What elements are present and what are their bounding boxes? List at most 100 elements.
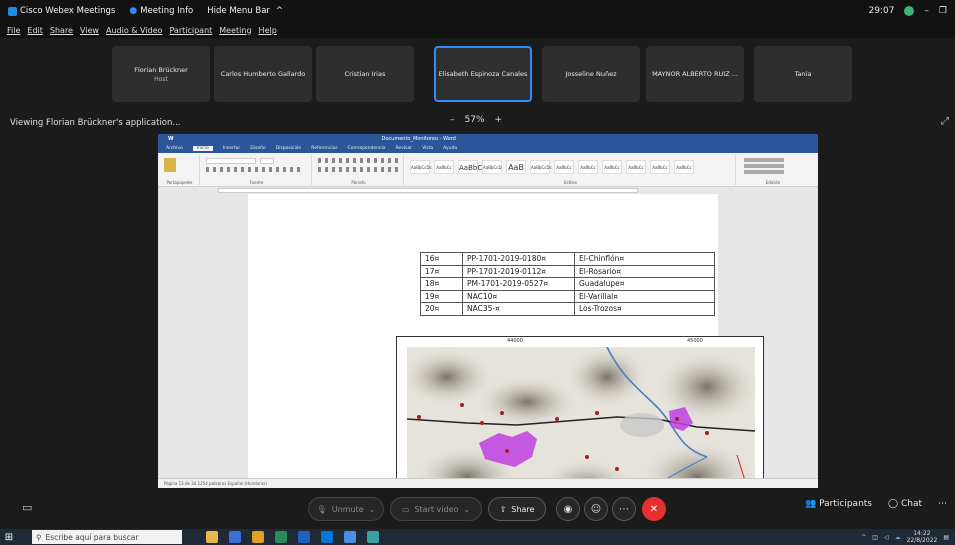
table-cell-num[interactable]: 17¤: [420, 264, 463, 278]
paragraph-buttons[interactable]: [318, 158, 398, 163]
table-cell-place[interactable]: Los-Trozos¤: [574, 302, 715, 316]
style-heading-1[interactable]: AaBbC: [458, 160, 482, 174]
style-subtitle[interactable]: AaBbCcDc: [530, 160, 552, 174]
taskbar-search-input[interactable]: ⚲ Escribe aquí para buscar: [32, 530, 182, 544]
menu-help[interactable]: Help: [259, 26, 277, 35]
notifications-icon[interactable]: ▤: [943, 534, 949, 541]
onedrive-icon[interactable]: ☁: [895, 534, 901, 541]
table-cell-place[interactable]: El-Rosario¤: [574, 264, 715, 278]
participants-button[interactable]: 👥 Participants: [805, 499, 872, 509]
ruler-scale[interactable]: [218, 188, 638, 193]
font-size-select[interactable]: [260, 158, 274, 164]
chevron-down-icon: ⌄: [368, 504, 376, 514]
table-cell-code[interactable]: PP-1701-2019-0112¤: [462, 264, 575, 278]
webex-taskbar-icon[interactable]: [344, 531, 356, 543]
table-cell-place[interactable]: Guadalupe¤: [574, 277, 715, 291]
table-cell-num[interactable]: 18¤: [420, 277, 463, 291]
table-cell-num[interactable]: 19¤: [420, 289, 463, 303]
replace-button[interactable]: [744, 164, 784, 168]
alignment-buttons[interactable]: [318, 167, 398, 172]
table-cell-num[interactable]: 20¤: [420, 302, 463, 316]
fit-view-icon[interactable]: ⤢: [941, 116, 949, 127]
style-emphasis[interactable]: AaBbCc: [554, 160, 574, 174]
word-tab-help[interactable]: Ayuda: [443, 146, 457, 151]
style-book-title[interactable]: AaBbCc: [674, 160, 694, 174]
style-heading-2[interactable]: AaBbCcD: [482, 160, 502, 174]
select-button[interactable]: [744, 170, 784, 174]
map-figure[interactable]: 44000 45000 44000 45000: [396, 336, 764, 488]
style-normal[interactable]: AaBbCcDc: [410, 160, 432, 174]
more-options-icon[interactable]: ⋯: [612, 497, 636, 521]
font-format-buttons[interactable]: [206, 167, 301, 172]
taskbar-clock[interactable]: 14:22 22/8/2022: [907, 530, 938, 544]
table-cell-code[interactable]: PM-1701-2019-0527¤: [462, 277, 575, 291]
chat-button[interactable]: ◯ Chat: [888, 499, 922, 509]
start-video-button[interactable]: ▭ Start video ⌄: [390, 497, 482, 521]
windows-start-icon[interactable]: ⊞: [0, 529, 18, 545]
hide-menu-bar-button[interactable]: Hide Menu Bar ^: [207, 6, 283, 16]
outlook-icon[interactable]: [321, 531, 333, 543]
participant-tile-maynor[interactable]: MAYNOR ALBERTO RUIZ ...: [646, 46, 744, 102]
font-name-select[interactable]: [206, 158, 256, 164]
participant-tile-cristian[interactable]: Cristian Irias: [316, 46, 414, 102]
menu-audio-video[interactable]: Audio & Video: [106, 26, 162, 35]
style-title[interactable]: AaB: [506, 160, 526, 174]
word-tab-layout[interactable]: Disposición: [276, 146, 302, 151]
more-panels-icon[interactable]: ⋯: [938, 499, 947, 509]
file-explorer-icon[interactable]: [252, 531, 264, 543]
table-cell-code[interactable]: NAC10¤: [462, 289, 575, 303]
participant-tile-tania[interactable]: Tania: [754, 46, 852, 102]
paste-icon[interactable]: [164, 158, 176, 172]
menu-file[interactable]: File: [7, 26, 20, 35]
participant-tile-elisabeth[interactable]: Elisabeth Espinoza Canales: [434, 46, 532, 102]
word-tab-home[interactable]: Inicio: [192, 146, 213, 151]
zoom-out-button[interactable]: –: [450, 115, 455, 125]
unmute-button[interactable]: 🎙 Unmute ⌄: [308, 497, 384, 521]
menu-view[interactable]: View: [80, 26, 99, 35]
task-view-icon[interactable]: [206, 531, 218, 543]
captions-icon[interactable]: ▭: [22, 501, 32, 514]
connection-status-icon[interactable]: [904, 6, 915, 16]
word-icon[interactable]: [298, 531, 310, 543]
participant-tile-josseline[interactable]: Josseline Nuñez: [542, 46, 640, 102]
edge-icon[interactable]: [229, 531, 241, 543]
share-button[interactable]: ⇧ Share: [488, 497, 546, 521]
table-cell-place[interactable]: El-Varillal¤: [574, 289, 715, 303]
menu-share[interactable]: Share: [50, 26, 73, 35]
reactions-icon[interactable]: ☺: [584, 497, 608, 521]
participant-tile-carlos[interactable]: Carlos Humberto Gallardo: [214, 46, 312, 102]
end-call-button[interactable]: ✕: [642, 497, 666, 521]
record-icon[interactable]: ◉: [556, 497, 580, 521]
word-tab-insert[interactable]: Insertar: [223, 146, 241, 151]
menu-participant[interactable]: Participant: [169, 26, 212, 35]
word-tab-references[interactable]: Referencias: [311, 146, 337, 151]
style-reference[interactable]: AaBbCc: [650, 160, 670, 174]
table-cell-code[interactable]: PP-1701-2019-0180¤: [462, 252, 575, 266]
word-tab-view[interactable]: Vista: [422, 146, 433, 151]
word-tab-file[interactable]: Archivo: [166, 146, 183, 151]
zoom-in-button[interactable]: +: [495, 115, 503, 125]
word-tab-design[interactable]: Diseño: [250, 146, 265, 151]
style-intense[interactable]: AaBbCc: [626, 160, 646, 174]
table-cell-code[interactable]: NAC35-¤: [462, 302, 575, 316]
style-quote[interactable]: AaBbCc: [602, 160, 622, 174]
word-tab-mailings[interactable]: Correspondencia: [348, 146, 386, 151]
minimize-button[interactable]: –: [924, 6, 929, 16]
find-button[interactable]: [744, 158, 784, 162]
network-icon[interactable]: ◫: [872, 534, 878, 541]
menu-meeting[interactable]: Meeting: [219, 26, 251, 35]
document-page[interactable]: 16¤ PP-1701-2019-0180¤ El-Chinflón¤ 17¤ …: [248, 194, 764, 488]
style-no-spacing[interactable]: AaBbCc: [434, 160, 454, 174]
volume-icon[interactable]: ◁: [884, 534, 889, 541]
meeting-info-button[interactable]: ● Meeting Info: [129, 6, 193, 16]
maximize-button[interactable]: ❐: [939, 6, 947, 16]
tray-chevron-icon[interactable]: ^: [861, 534, 866, 541]
excel-icon[interactable]: [275, 531, 287, 543]
style-strong[interactable]: AaBbCc: [578, 160, 598, 174]
table-cell-num[interactable]: 16¤: [420, 252, 463, 266]
participant-tile-florian[interactable]: Florian Brückner Host: [112, 46, 210, 102]
table-cell-place[interactable]: El-Chinflón¤: [574, 252, 715, 266]
word-tab-review[interactable]: Revisar: [396, 146, 413, 151]
menu-edit[interactable]: Edit: [27, 26, 43, 35]
app-icon[interactable]: [367, 531, 379, 543]
